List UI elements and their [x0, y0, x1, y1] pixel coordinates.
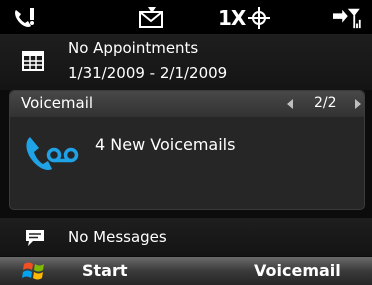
voicemail-icon — [26, 137, 79, 170]
voicemail-count: 4 New Voicemails — [95, 135, 236, 154]
appointments-row[interactable]: No Appointments 1/31/2009 - 2/1/2009 — [0, 34, 372, 90]
speech-bubble-icon — [26, 230, 44, 246]
start-softkey[interactable]: Start — [82, 261, 128, 280]
previous-arrow-icon[interactable] — [287, 99, 293, 109]
next-arrow-icon[interactable] — [355, 99, 361, 109]
voicemail-softkey[interactable]: Voicemail — [254, 261, 341, 280]
voicemail-title: Voicemail — [21, 94, 94, 112]
appointments-date-range: 1/31/2009 - 2/1/2009 — [68, 64, 228, 82]
status-bar: 1X — [0, 0, 372, 34]
gps-icon — [248, 7, 270, 29]
voicemail-page-indicator: 2/2 — [314, 95, 337, 111]
voicemail-card[interactable]: Voicemail 2/2 4 New Voicemails — [9, 90, 365, 210]
connectivity-signal-icon[interactable] — [328, 6, 362, 30]
softkey-bar: Start Voicemail — [0, 257, 372, 285]
message-icon[interactable] — [137, 6, 167, 30]
windows-logo-icon[interactable] — [22, 260, 48, 282]
appointments-title: No Appointments — [68, 39, 199, 57]
messages-row[interactable]: No Messages — [0, 218, 372, 256]
calendar-icon — [22, 51, 44, 71]
voicemail-header: Voicemail 2/2 — [10, 91, 364, 117]
messages-label: No Messages — [68, 228, 167, 246]
phone-signal-icon[interactable] — [12, 6, 40, 30]
1x-data-icon: 1X — [218, 6, 246, 30]
